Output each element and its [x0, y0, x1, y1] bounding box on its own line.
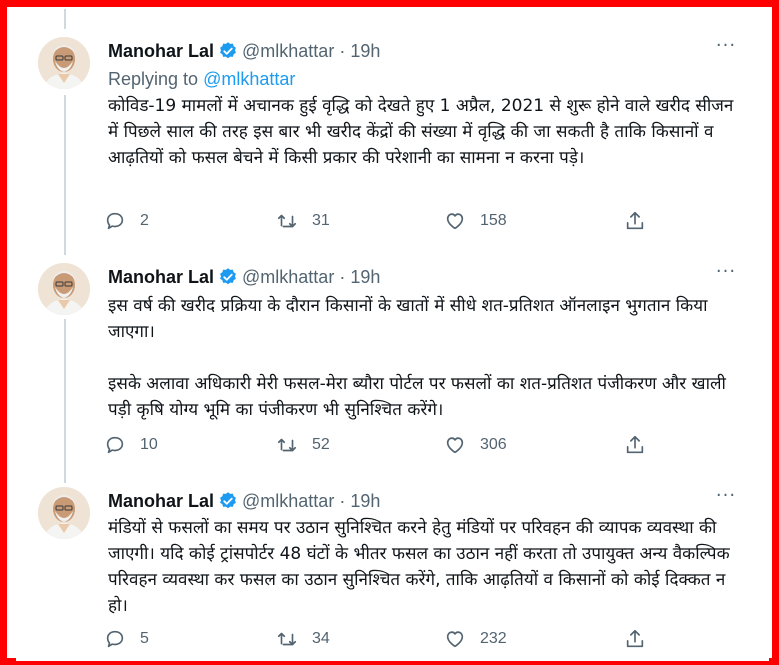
heart-icon	[446, 631, 464, 648]
avatar[interactable]	[38, 263, 90, 315]
reply-icon	[106, 212, 124, 230]
share-icon	[626, 629, 644, 648]
retweet-button[interactable]: 31	[276, 209, 330, 233]
more-icon[interactable]: ···	[713, 263, 739, 285]
reply-count: 10	[140, 436, 158, 453]
verified-badge-icon	[218, 41, 238, 61]
replying-to-label: Replying to	[108, 69, 199, 89]
retweet-button[interactable]: 34	[276, 627, 330, 651]
retweet-icon	[277, 632, 297, 646]
like-button[interactable]: 158	[444, 209, 507, 233]
heart-icon	[446, 213, 464, 230]
share-icon	[626, 211, 644, 230]
reply-icon	[106, 630, 124, 648]
tweet-text: कोविड-19 मामलों में अचानक हुई वृद्धि को …	[108, 93, 748, 171]
separator-dot: ·	[339, 40, 346, 61]
author-name[interactable]: Manohar Lal	[108, 267, 214, 288]
verified-badge-icon	[218, 491, 238, 511]
retweet-button[interactable]: 52	[276, 433, 330, 457]
author-handle[interactable]: @mlkhattar	[242, 41, 334, 62]
retweet-icon	[277, 438, 297, 452]
heart-icon	[446, 437, 464, 454]
reply-button[interactable]: 10	[104, 433, 158, 457]
tweet-paragraph: कोविड-19 मामलों में अचानक हुई वृद्धि को …	[108, 96, 734, 168]
share-button[interactable]	[624, 627, 646, 651]
share-icon	[626, 435, 644, 454]
tweet-paragraph: इस वर्ष की खरीद प्रक्रिया के दौरान किसान…	[108, 296, 708, 342]
tweet-time[interactable]: 19h	[350, 41, 380, 62]
like-count: 306	[480, 436, 507, 453]
author-handle[interactable]: @mlkhattar	[242, 267, 334, 288]
tweet-text: मंडियों से फसलों का समय पर उठान सुनिश्चि…	[108, 515, 748, 619]
screenshot-frame: Manohar Lal @mlkhattar · 19h ··· Replyin…	[0, 0, 779, 665]
tweet[interactable]: Manohar Lal @mlkhattar · 19h ··· Replyin…	[16, 13, 769, 235]
author-name[interactable]: Manohar Lal	[108, 41, 214, 62]
tweet[interactable]: Manohar Lal @mlkhattar · 19h ··· इस वर्ष…	[16, 239, 769, 465]
tweet-actions: 5 34 232	[104, 627, 664, 651]
like-button[interactable]: 306	[444, 433, 507, 457]
retweet-count: 34	[312, 630, 330, 647]
reply-count: 5	[140, 630, 149, 647]
tweet-header: Manohar Lal @mlkhattar · 19h	[108, 489, 380, 513]
tweet-actions: 2 31 158	[104, 209, 664, 233]
author-handle[interactable]: @mlkhattar	[242, 491, 334, 512]
tweet-actions: 10 52 306	[104, 433, 664, 457]
retweet-icon	[277, 210, 297, 232]
avatar[interactable]	[38, 37, 90, 89]
more-icon[interactable]: ···	[713, 37, 739, 59]
reply-icon	[106, 436, 124, 454]
separator-dot: ·	[339, 266, 346, 287]
replying-to-handle[interactable]: @mlkhattar	[203, 69, 295, 89]
reply-count: 2	[140, 212, 149, 229]
more-icon[interactable]: ···	[713, 487, 739, 509]
like-count: 232	[480, 630, 507, 647]
like-button[interactable]: 232	[444, 627, 507, 651]
replying-to: Replying to @mlkhattar	[108, 69, 295, 90]
tweet-time[interactable]: 19h	[350, 491, 380, 512]
like-count: 158	[480, 212, 507, 229]
share-button[interactable]	[624, 209, 646, 233]
tweet-paragraph: मंडियों से फसलों का समय पर उठान सुनिश्चि…	[108, 518, 730, 616]
tweet-header: Manohar Lal @mlkhattar · 19h	[108, 39, 380, 63]
tweet-paragraph: इसके अलावा अधिकारी मेरी फसल-मेरा ब्यौरा …	[108, 374, 726, 420]
separator-dot: ·	[339, 490, 346, 511]
avatar[interactable]	[38, 487, 90, 539]
reply-button[interactable]: 5	[104, 627, 149, 651]
tweet-header: Manohar Lal @mlkhattar · 19h	[108, 265, 380, 289]
retweet-count: 52	[312, 436, 330, 453]
tweet[interactable]: Manohar Lal @mlkhattar · 19h ··· मंडियों…	[16, 463, 769, 663]
share-button[interactable]	[624, 433, 646, 457]
verified-badge-icon	[218, 267, 238, 287]
reply-button[interactable]: 2	[104, 209, 149, 233]
tweet-text: इस वर्ष की खरीद प्रक्रिया के दौरान किसान…	[108, 293, 748, 423]
author-name[interactable]: Manohar Lal	[108, 491, 214, 512]
tweet-time[interactable]: 19h	[350, 267, 380, 288]
tweet-thread: Manohar Lal @mlkhattar · 19h ··· Replyin…	[16, 9, 769, 661]
retweet-count: 31	[312, 212, 330, 229]
